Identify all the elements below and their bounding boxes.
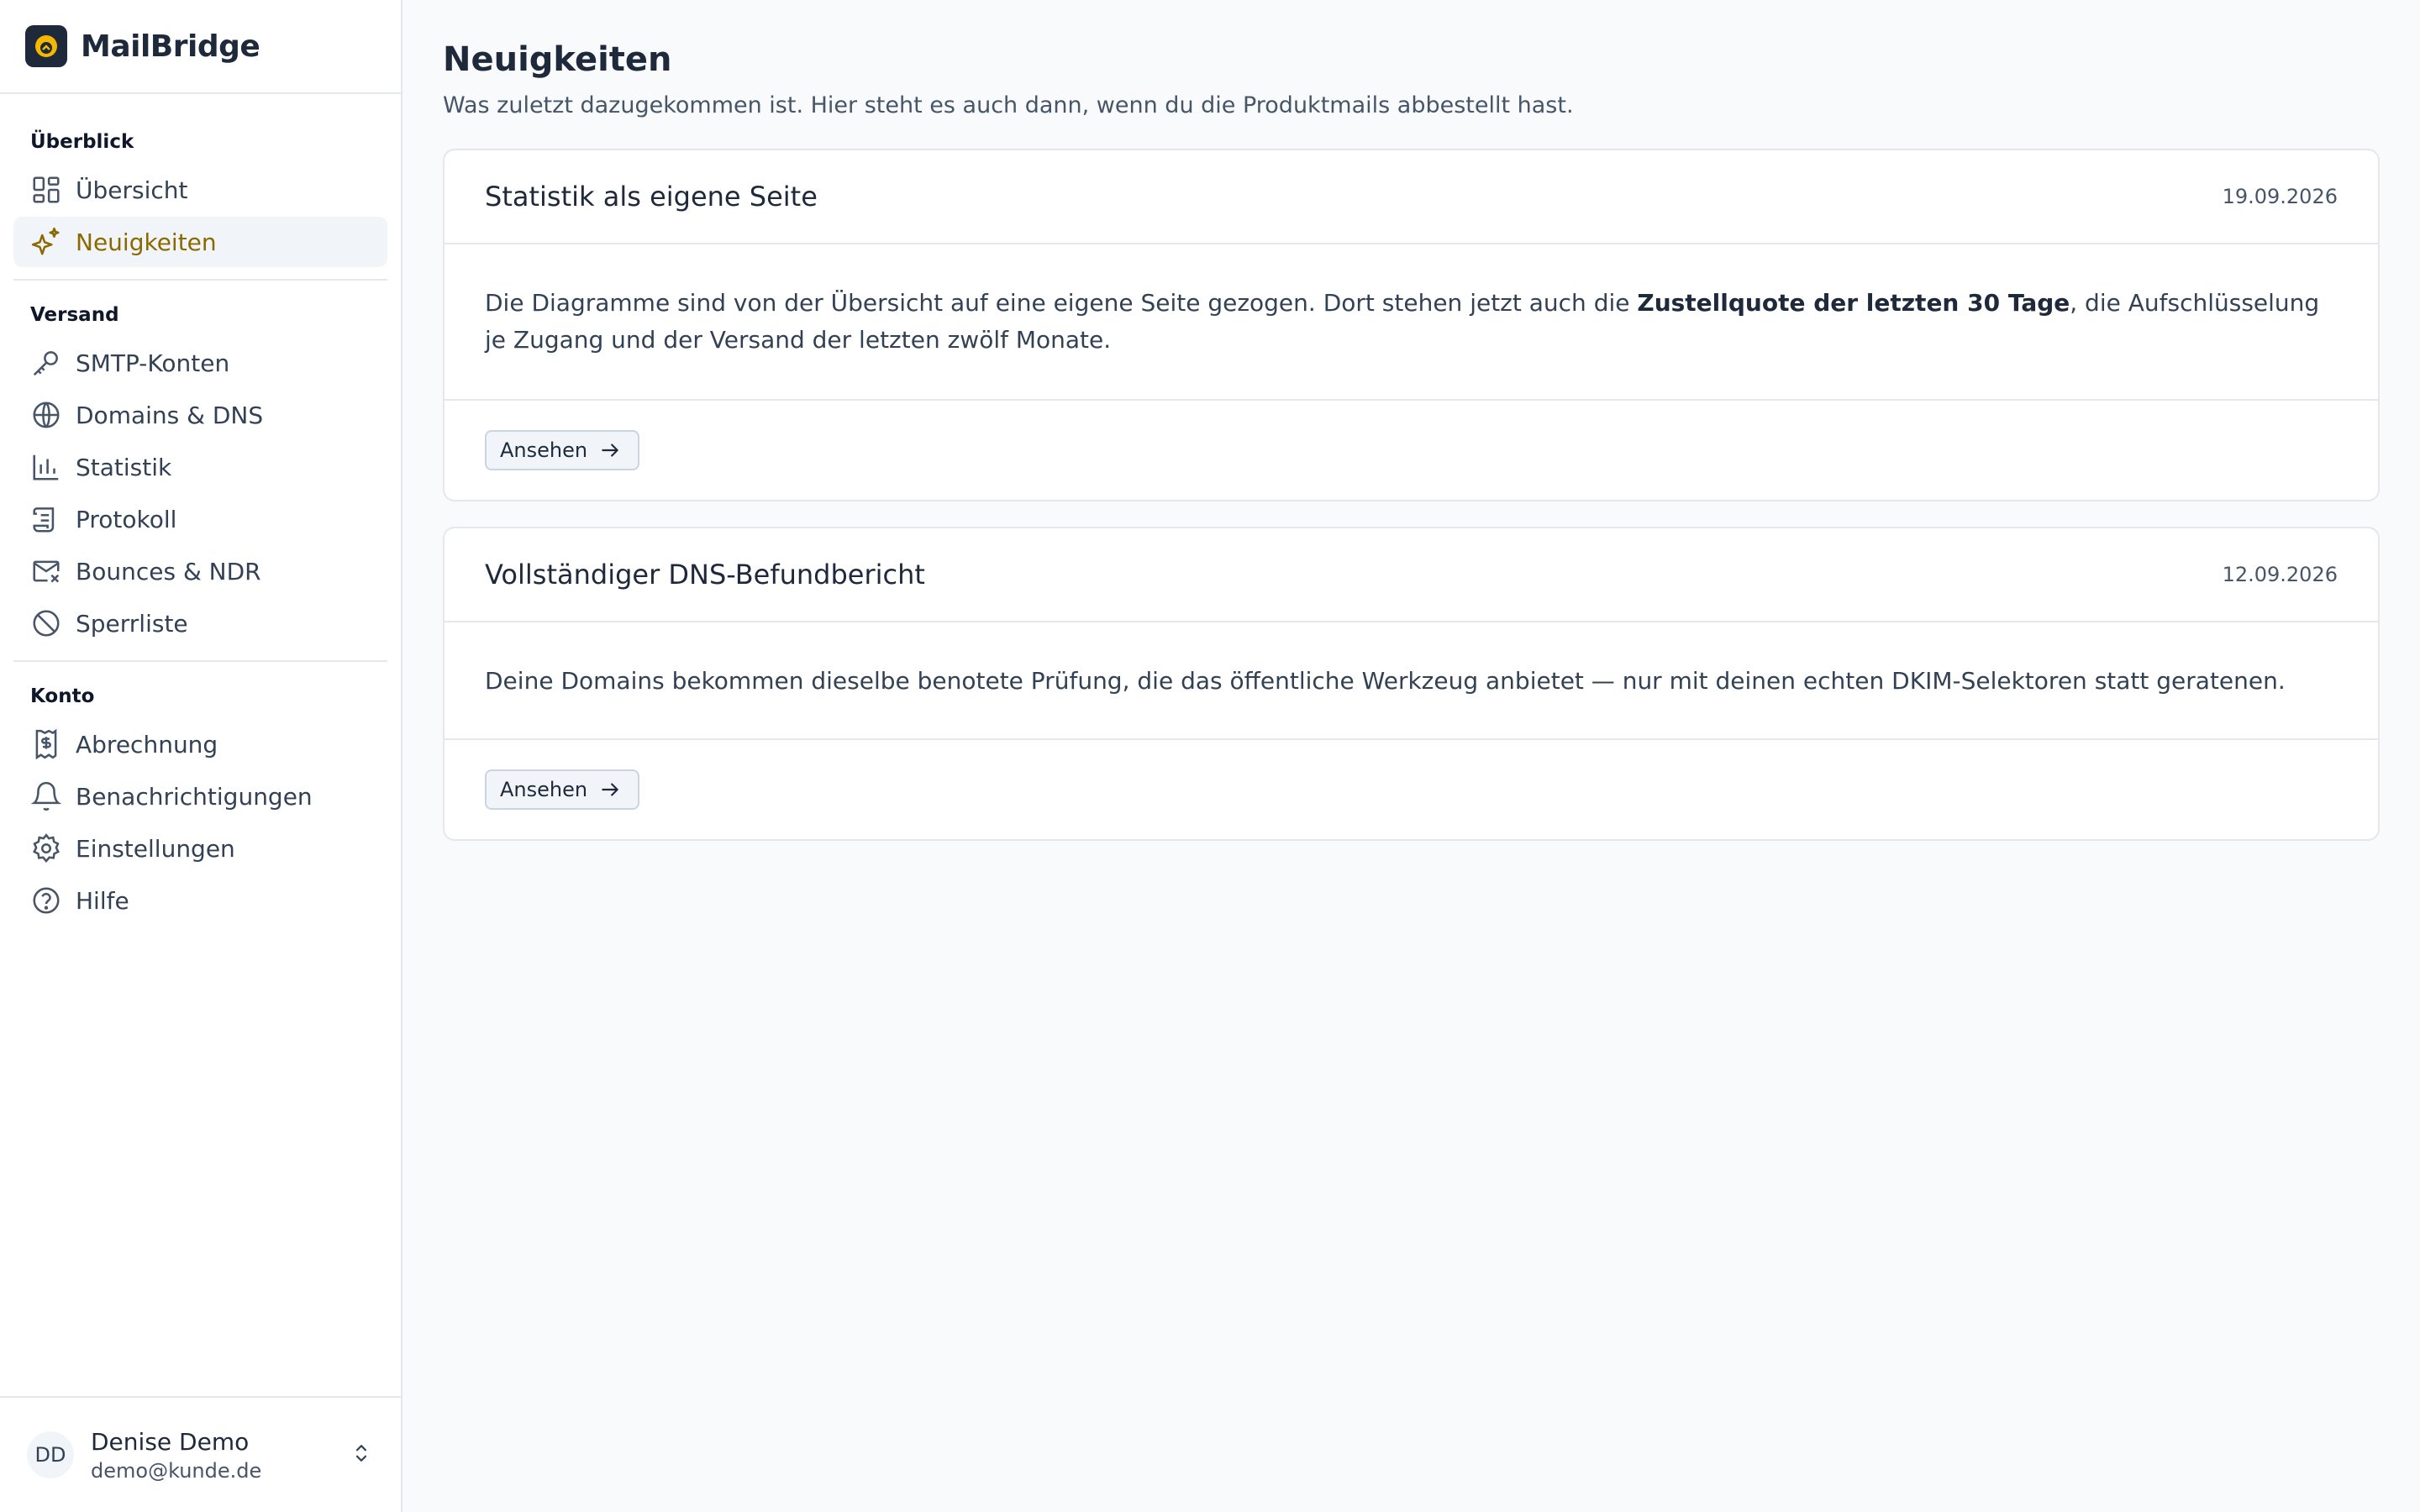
card-body-text: Die Diagramme sind von der Übersicht auf… bbox=[485, 289, 1638, 317]
sidebar-item-smtp-konten[interactable]: SMTP-Konten bbox=[13, 338, 387, 388]
arrow-right-icon bbox=[602, 444, 618, 457]
user-info: Denise Demo demo@kunde.de bbox=[91, 1428, 332, 1483]
user-name: Denise Demo bbox=[91, 1427, 250, 1456]
sidebar-item-label: Statistik bbox=[76, 453, 172, 481]
view-button[interactable]: Ansehen bbox=[485, 430, 640, 470]
card-body: Die Diagramme sind von der Übersicht auf… bbox=[445, 244, 2378, 401]
brand-name: MailBridge bbox=[81, 29, 260, 64]
card-date: 19.09.2026 bbox=[2222, 185, 2338, 208]
card-title: Statistik als eigene Seite bbox=[485, 181, 818, 213]
card-body-highlight: Zustellquote der letzten 30 Tage bbox=[1637, 289, 2070, 317]
sidebar-item-neuigkeiten[interactable]: Neuigkeiten bbox=[13, 217, 387, 267]
sidebar-item-label: Protokoll bbox=[76, 505, 177, 533]
sidebar-item-label: Domains & DNS bbox=[76, 401, 264, 429]
view-button-label: Ansehen bbox=[500, 778, 588, 801]
sidebar-item-label: Benachrichtigungen bbox=[76, 782, 313, 811]
globe-icon bbox=[33, 402, 60, 428]
sidebar-item-label: Übersicht bbox=[76, 176, 188, 204]
card-header: Vollständiger DNS-Befundbericht 12.09.20… bbox=[445, 528, 2378, 622]
page-title: Neuigkeiten bbox=[443, 40, 672, 79]
sidebar-item-label: Neuigkeiten bbox=[76, 228, 217, 256]
page-subtitle: Was zuletzt dazugekommen ist. Hier steht… bbox=[443, 92, 1574, 118]
chevron-up-down-icon[interactable] bbox=[349, 1441, 374, 1469]
view-button[interactable]: Ansehen bbox=[485, 769, 640, 810]
sidebar-item-label: Abrechnung bbox=[76, 730, 218, 759]
sidebar-item-einstellungen[interactable]: Einstellungen bbox=[13, 823, 387, 874]
sidebar-item-uebersicht[interactable]: Übersicht bbox=[13, 165, 387, 215]
help-icon bbox=[33, 887, 60, 914]
key-icon bbox=[33, 351, 58, 376]
dashboard-icon bbox=[33, 176, 60, 203]
avatar: DD bbox=[27, 1431, 74, 1478]
bell-icon bbox=[30, 781, 62, 811]
gear-icon bbox=[33, 833, 60, 863]
sidebar-item-domains-dns[interactable]: Domains & DNS bbox=[13, 390, 387, 440]
sidebar-item-label: SMTP-Konten bbox=[76, 349, 230, 377]
sparkles-icon bbox=[31, 227, 60, 255]
sidebar: MailBridge Überblick Übersicht Neuigkeit… bbox=[0, 0, 402, 1512]
nav-section-title: Konto bbox=[30, 685, 95, 707]
sidebar-item-bounces-ndr[interactable]: Bounces & NDR bbox=[13, 546, 387, 596]
sidebar-item-protokoll[interactable]: Protokoll bbox=[13, 494, 387, 544]
nav-divider bbox=[13, 279, 387, 281]
brand-logo-icon bbox=[25, 25, 67, 67]
news-card: Vollständiger DNS-Befundbericht 12.09.20… bbox=[443, 527, 2380, 841]
news-card: Statistik als eigene Seite 19.09.2026 Di… bbox=[443, 149, 2380, 501]
nav-section-title: Überblick bbox=[30, 131, 134, 153]
scroll-icon bbox=[33, 507, 55, 533]
card-body: Deine Domains bekommen dieselbe benotete… bbox=[445, 622, 2378, 740]
view-button-label: Ansehen bbox=[500, 438, 588, 462]
brand[interactable]: MailBridge bbox=[0, 0, 401, 94]
card-title: Vollständiger DNS-Befundbericht bbox=[485, 559, 925, 591]
sidebar-item-statistik[interactable]: Statistik bbox=[13, 442, 387, 492]
bar-chart-icon bbox=[33, 454, 59, 480]
card-footer: Ansehen bbox=[445, 740, 2378, 839]
sidebar-item-benachrichtigungen[interactable]: Benachrichtigungen bbox=[13, 771, 387, 822]
sidebar-nav: Überblick Übersicht Neuigkeiten Versand … bbox=[0, 94, 401, 1396]
sidebar-item-label: Bounces & NDR bbox=[76, 557, 261, 585]
card-footer: Ansehen bbox=[445, 401, 2378, 500]
card-date: 12.09.2026 bbox=[2222, 563, 2338, 586]
receipt-icon bbox=[35, 728, 57, 760]
ban-icon bbox=[33, 610, 60, 637]
sidebar-item-hilfe[interactable]: Hilfe bbox=[13, 875, 387, 926]
mail-x-icon bbox=[33, 560, 60, 583]
card-header: Statistik als eigene Seite 19.09.2026 bbox=[445, 150, 2378, 244]
user-email: demo@kunde.de bbox=[91, 1458, 262, 1483]
user-menu[interactable]: DD Denise Demo demo@kunde.de bbox=[0, 1396, 401, 1512]
sidebar-item-label: Sperrliste bbox=[76, 609, 188, 638]
sidebar-item-label: Einstellungen bbox=[76, 834, 235, 863]
sidebar-item-sperrliste[interactable]: Sperrliste bbox=[13, 598, 387, 648]
sidebar-item-abrechnung[interactable]: Abrechnung bbox=[13, 719, 387, 769]
main-content: Neuigkeiten Was zuletzt dazugekommen ist… bbox=[402, 0, 2420, 1512]
arrow-right-icon bbox=[602, 783, 618, 796]
nav-section-title: Versand bbox=[30, 304, 119, 326]
nav-divider bbox=[13, 660, 387, 662]
sidebar-item-label: Hilfe bbox=[76, 886, 129, 915]
